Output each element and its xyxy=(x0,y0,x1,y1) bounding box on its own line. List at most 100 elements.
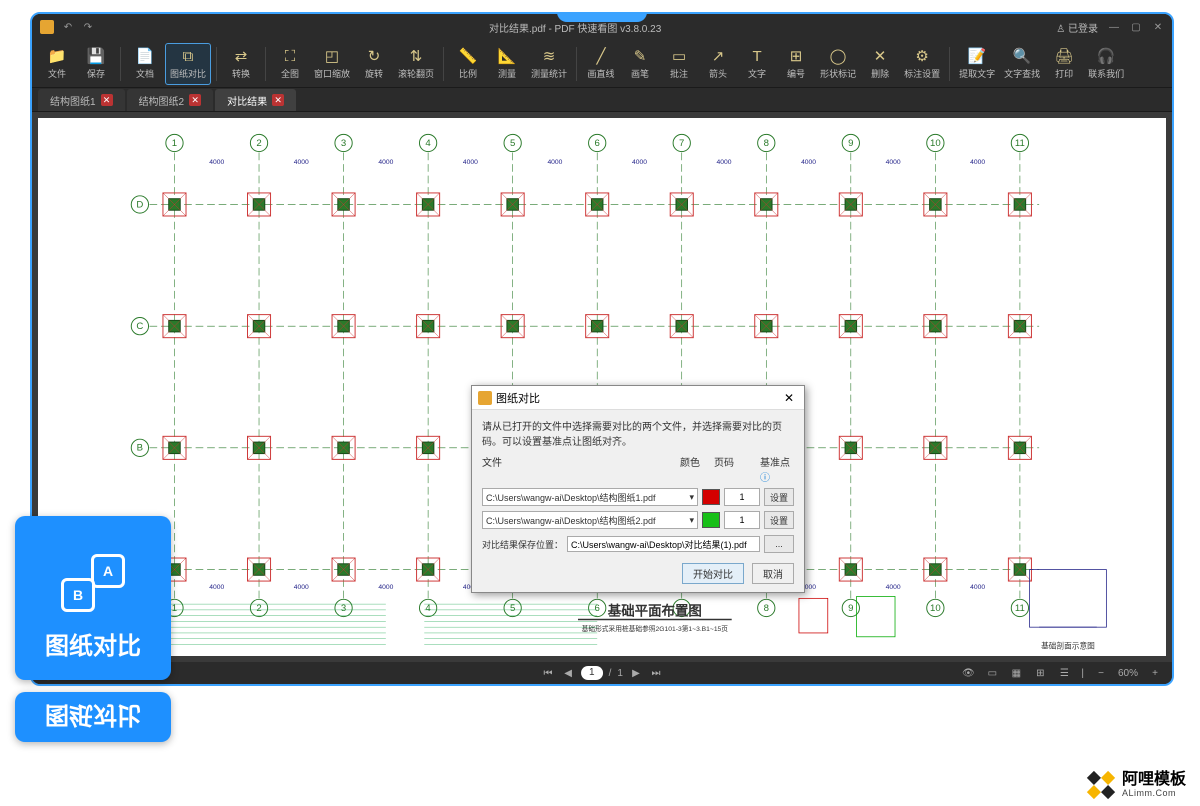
total-pages: 1 xyxy=(617,668,623,679)
svg-text:1: 1 xyxy=(172,603,177,614)
tab-close-icon[interactable]: ✕ xyxy=(189,94,201,106)
toolbar-画直线[interactable]: ╱画直线 xyxy=(582,43,620,85)
svg-text:C: C xyxy=(136,321,143,332)
toolbar-删除[interactable]: ✕删除 xyxy=(861,43,899,85)
zoom-out-icon[interactable]: − xyxy=(1094,666,1108,680)
toolbar-测量[interactable]: 📐测量 xyxy=(488,43,526,85)
svg-text:4000: 4000 xyxy=(209,584,224,591)
toolbar-测量统计[interactable]: ≋测量统计 xyxy=(527,43,571,85)
toolbar-icon: ✎ xyxy=(631,47,649,65)
toolbar-文字[interactable]: T文字 xyxy=(738,43,776,85)
tab-对比结果[interactable]: 对比结果✕ xyxy=(215,89,296,111)
minimize-icon[interactable]: — xyxy=(1108,21,1120,33)
set-basepoint-0[interactable]: 设置 xyxy=(764,488,794,506)
login-status[interactable]: ♙ 已登录 xyxy=(1056,20,1098,35)
tab-bar: 结构图纸1✕结构图纸2✕对比结果✕ xyxy=(32,88,1172,112)
toolbar-icon: 🔍 xyxy=(1013,47,1031,65)
layout-grid-icon[interactable]: ⊞ xyxy=(1033,666,1047,680)
color-swatch-0[interactable] xyxy=(702,489,720,505)
toolbar-label: 箭头 xyxy=(709,67,727,80)
svg-text:4000: 4000 xyxy=(886,159,901,166)
toolbar-label: 编号 xyxy=(787,67,805,80)
toolbar-label: 窗口缩放 xyxy=(314,67,350,80)
toolbar-比例[interactable]: 📏比例 xyxy=(449,43,487,85)
save-path-input[interactable] xyxy=(567,536,760,552)
svg-text:4000: 4000 xyxy=(970,159,985,166)
toolbar-标注设置[interactable]: ⚙标注设置 xyxy=(900,43,944,85)
toolbar-icon: ↻ xyxy=(365,47,383,65)
fit-page-icon[interactable]: ▦ xyxy=(1009,666,1023,680)
svg-text:基础形式采用桩基础参照2G101-3第1~3.B1~15页: 基础形式采用桩基础参照2G101-3第1~3.B1~15页 xyxy=(582,624,729,633)
tab-结构图纸2[interactable]: 结构图纸2 ✕ xyxy=(127,89,214,111)
toolbar-保存[interactable]: 💾保存 xyxy=(77,43,115,85)
last-page-icon[interactable]: ⏭ xyxy=(649,666,663,680)
toolbar-图纸对比[interactable]: ⧉图纸对比 xyxy=(165,43,211,85)
tab-label: 结构图纸2 xyxy=(139,93,185,108)
toolbar-窗口缩放[interactable]: ◰窗口缩放 xyxy=(310,43,354,85)
cancel-button[interactable]: 取消 xyxy=(752,563,794,584)
current-page-input[interactable]: 1 xyxy=(581,666,603,680)
toolbar-文件[interactable]: 📁文件 xyxy=(38,43,76,85)
browse-button[interactable]: ... xyxy=(764,535,794,553)
toolbar-画笔[interactable]: ✎ 画笔 xyxy=(621,43,659,85)
page-input-1[interactable] xyxy=(724,511,760,529)
next-page-icon[interactable]: ▶ xyxy=(629,666,643,680)
toolbar-打印[interactable]: 🖨打印 xyxy=(1045,43,1083,85)
file-dropdown-1[interactable]: C:\Users\wangw-ai\Desktop\结构图纸2.pdf▾ xyxy=(482,511,698,529)
file-dropdown-0[interactable]: C:\Users\wangw-ai\Desktop\结构图纸1.pdf▾ xyxy=(482,488,698,506)
maximize-icon[interactable]: ▢ xyxy=(1130,21,1142,33)
toolbar-旋转[interactable]: ↻ 旋转 xyxy=(355,43,393,85)
toolbar-label: 批注 xyxy=(670,67,688,80)
toolbar-编号[interactable]: ⊞编号 xyxy=(777,43,815,85)
toolbar-批注[interactable]: ▭批注 xyxy=(660,43,698,85)
toolbar-label: 联系我们 xyxy=(1088,67,1124,80)
toolbar-icon: ╱ xyxy=(592,47,610,65)
undo-icon[interactable]: ↶ xyxy=(62,21,74,33)
redo-icon[interactable]: ↷ xyxy=(82,21,94,33)
app-window: ↶ ↷ 对比结果.pdf - PDF 快速看图 v3.8.0.23 ♙ 已登录 … xyxy=(30,12,1174,686)
color-swatch-1[interactable] xyxy=(702,512,720,528)
feature-badge-compare: A B 图纸对比 xyxy=(15,516,171,680)
toolbar-联系我们[interactable]: 🎧联系我们 xyxy=(1084,43,1128,85)
prev-page-icon[interactable]: ◀ xyxy=(561,666,575,680)
fit-width-icon[interactable]: ▭ xyxy=(985,666,999,680)
svg-text:4000: 4000 xyxy=(632,159,647,166)
toolbar-文字查找[interactable]: 🔍文字查找 xyxy=(1000,43,1044,85)
toolbar-label: 画笔 xyxy=(631,67,649,80)
toolbar-icon: ≋ xyxy=(540,47,558,65)
view-mode-icon[interactable]: 👁 xyxy=(961,666,975,680)
first-page-icon[interactable]: ⏮ xyxy=(541,666,555,680)
toolbar-滚轮翻页[interactable]: ⇅滚轮翻页 xyxy=(394,43,438,85)
toolbar-separator xyxy=(576,47,577,81)
page-input-0[interactable] xyxy=(724,488,760,506)
page-sep: / xyxy=(609,668,612,679)
canvas-area: 11223344556677889910101111DCBA4000400040… xyxy=(32,112,1172,662)
toolbar-label: 文字 xyxy=(748,67,766,80)
layout-list-icon[interactable]: ☰ xyxy=(1057,666,1071,680)
svg-text:基础剖面示意图: 基础剖面示意图 xyxy=(1041,640,1095,650)
close-icon[interactable]: ✕ xyxy=(1152,21,1164,33)
toolbar-形状标记[interactable]: ◯形状标记 xyxy=(816,43,860,85)
toolbar-icon: 📁 xyxy=(48,47,66,65)
svg-text:5: 5 xyxy=(510,138,515,149)
set-basepoint-1[interactable]: 设置 xyxy=(764,511,794,529)
start-compare-button[interactable]: 开始对比 xyxy=(682,563,744,584)
dialog-title-text: 图纸对比 xyxy=(496,390,540,406)
tab-close-icon[interactable]: ✕ xyxy=(272,94,284,106)
app-logo-icon xyxy=(40,20,54,34)
dialog-close-icon[interactable]: ✕ xyxy=(784,391,798,405)
zoom-in-icon[interactable]: + xyxy=(1148,666,1162,680)
toolbar-全图[interactable]: ⛶全图 xyxy=(271,43,309,85)
toolbar-箭头[interactable]: ↗箭头 xyxy=(699,43,737,85)
svg-text:4000: 4000 xyxy=(209,159,224,166)
toolbar-转换[interactable]: ⇄转换 xyxy=(222,43,260,85)
toolbar-separator xyxy=(120,47,121,81)
toolbar-label: 旋转 xyxy=(365,67,383,80)
tab-close-icon[interactable]: ✕ xyxy=(101,94,113,106)
toolbar-文档[interactable]: 📄文档 xyxy=(126,43,164,85)
toolbar-提取文字[interactable]: 📝提取文字 xyxy=(955,43,999,85)
toolbar-icon: ⛶ xyxy=(281,47,299,65)
toolbar-icon: 📄 xyxy=(136,47,154,65)
zoom-level[interactable]: 60% xyxy=(1118,668,1138,679)
tab-结构图纸1[interactable]: 结构图纸1✕ xyxy=(38,89,125,111)
